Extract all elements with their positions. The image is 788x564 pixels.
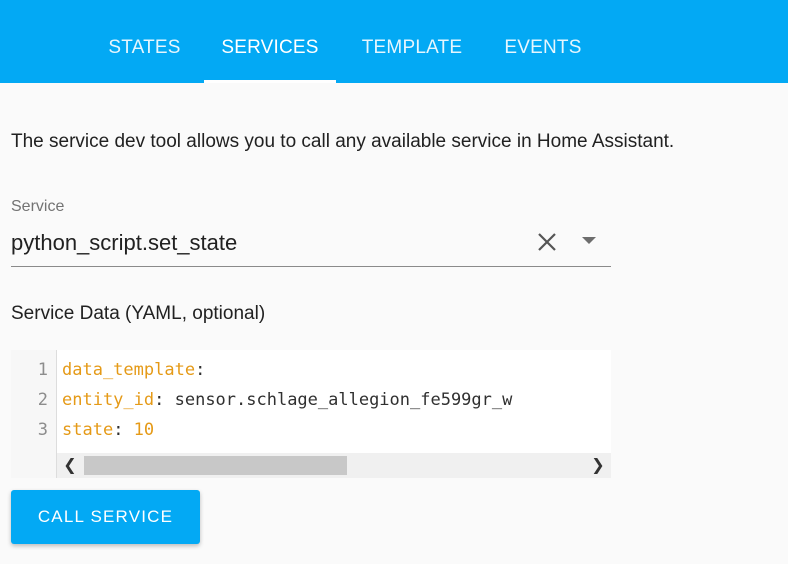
tab-template[interactable]: TEMPLATE	[338, 0, 486, 83]
top-app-bar: STATES SERVICES TEMPLATE EVENTS	[0, 0, 788, 83]
tab-services[interactable]: SERVICES	[204, 0, 336, 83]
line-number-gutter: 1 2 3	[11, 350, 57, 478]
service-data-label: Service Data (YAML, optional)	[11, 303, 266, 324]
tab-states[interactable]: STATES	[86, 0, 203, 83]
yaml-key: state	[62, 420, 114, 440]
horizontal-scrollbar[interactable]: ❮ ❯	[57, 453, 611, 478]
scrollbar-thumb[interactable]	[84, 456, 347, 475]
line-number: 2	[37, 390, 48, 410]
chevron-right-icon[interactable]: ❯	[585, 453, 611, 478]
code-line[interactable]: state: 10	[62, 420, 154, 440]
code-line[interactable]: data_template:	[62, 360, 205, 380]
yaml-value: 10	[123, 420, 155, 440]
line-number: 1	[37, 360, 48, 380]
tab-label: SERVICES	[221, 37, 319, 58]
active-tab-indicator	[204, 80, 336, 83]
page-description: The service dev tool allows you to call …	[11, 131, 675, 152]
code-line[interactable]: entity_id: sensor.schlage_allegion_fe599…	[62, 390, 512, 410]
yaml-code-editor[interactable]: 1 2 3 data_template: entity_id: sensor.s…	[11, 350, 611, 478]
yaml-key: entity_id	[62, 390, 155, 410]
line-number: 3	[37, 420, 48, 440]
tab-label: TEMPLATE	[361, 37, 463, 58]
service-input[interactable]: python_script.set_state	[11, 226, 611, 267]
yaml-separator: :	[113, 420, 124, 440]
yaml-key: data_template	[62, 360, 196, 380]
tab-events[interactable]: EVENTS	[486, 0, 600, 83]
close-icon[interactable]	[535, 230, 559, 254]
call-service-button[interactable]: CALL SERVICE	[11, 490, 200, 544]
yaml-value: sensor.schlage_allegion_fe599gr_w	[164, 390, 513, 410]
tab-label: EVENTS	[504, 37, 582, 58]
service-field-label: Service	[11, 198, 65, 215]
yaml-separator: :	[154, 390, 165, 410]
yaml-separator: :	[195, 360, 206, 380]
chevron-left-icon[interactable]: ❮	[57, 453, 83, 478]
tab-label: STATES	[108, 37, 181, 58]
service-input-value[interactable]: python_script.set_state	[11, 230, 237, 256]
arrow-drop-down-icon[interactable]	[582, 237, 596, 244]
